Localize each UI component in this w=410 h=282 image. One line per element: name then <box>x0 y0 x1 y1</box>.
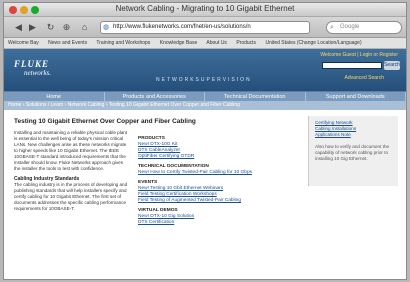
title-bar: Network Cabling - Migrating to 10 Gigabi… <box>4 3 406 17</box>
address-text: http://www.flukenetworks.com/fnet/en-us/… <box>113 24 251 30</box>
bookmark-item[interactable]: Welcome Bay <box>8 40 39 46</box>
browser-window: Network Cabling - Migrating to 10 Gigabi… <box>3 2 407 280</box>
techdoc-link[interactable]: New! How to Certify Twisted-Pair Cabling… <box>138 170 306 176</box>
forward-icon[interactable]: ▶ <box>26 21 39 34</box>
breadcrumb[interactable]: Home › Solutions / Learn › Network Cabli… <box>4 101 406 110</box>
bookmark-item[interactable]: Training and Workshops <box>96 40 150 46</box>
site-search-button[interactable]: Search <box>384 61 400 70</box>
stop-icon[interactable]: ⊕ <box>60 21 73 34</box>
bookmark-item[interactable]: About Us <box>206 40 227 46</box>
sidebar-links: Certifying Network Cabling Installations… <box>315 120 392 138</box>
home-icon[interactable]: ⌂ <box>78 21 91 34</box>
event-link[interactable]: Field Testing of Augmented Twisted-Pair … <box>138 198 306 204</box>
demo-link[interactable]: DTX Certification <box>138 220 306 226</box>
fluke-logo[interactable]: FLUKE networks. <box>14 59 51 77</box>
page-title: Testing 10 Gigabit Ethernet Over Copper … <box>14 118 196 125</box>
search-placeholder: Google <box>340 24 360 30</box>
bookmark-item[interactable]: United States (Change Location/Language) <box>265 40 361 46</box>
bookmark-item[interactable]: News and Events <box>48 40 87 46</box>
advanced-search-link[interactable]: Advanced Search <box>345 75 384 81</box>
site-banner: FLUKE networks. NETWORKSUPERVISION Welco… <box>4 49 406 91</box>
browser-toolbar: ◀ ▶ ↻ ⊕ ⌂ ◍ http://www.flukenetworks.com… <box>4 17 406 38</box>
main-nav: Home Products and Accessories Technical … <box>4 91 406 101</box>
page-content: Testing 10 Gigabit Ethernet Over Copper … <box>4 110 406 268</box>
login-link[interactable]: Welcome Guest | Login or Register <box>320 52 398 58</box>
intro-text: Installing and maintaining a reliable ph… <box>14 130 130 212</box>
bookmark-item[interactable]: Products <box>236 40 256 46</box>
nav-item-products[interactable]: Products and Accessories <box>105 92 205 101</box>
nav-item-tech-docs[interactable]: Technical Documentation <box>205 92 306 101</box>
window-title: Network Cabling - Migrating to 10 Gigabi… <box>115 4 295 13</box>
site-search-input[interactable] <box>322 62 382 69</box>
product-link[interactable]: OptiFiber Certifying OTDR <box>138 154 306 160</box>
sidebar-description: Also how to verify and document the capa… <box>315 144 390 161</box>
back-icon[interactable]: ◀ <box>12 21 25 34</box>
search-icon: ⌕ <box>330 24 334 31</box>
globe-icon: ◍ <box>103 24 110 31</box>
nav-item-home[interactable]: Home <box>4 92 105 101</box>
bookmarks-bar: Welcome Bay News and Events Training and… <box>4 38 406 49</box>
sidebar-link[interactable]: Applications Note <box>315 132 392 138</box>
address-bar[interactable]: ◍ http://www.flukenetworks.com/fnet/en-u… <box>100 21 310 34</box>
search-field[interactable]: ⌕ Google <box>326 21 402 34</box>
nav-item-support[interactable]: Support and Downloads <box>306 92 406 101</box>
sidebar-box: Certifying Network Cabling Installations… <box>308 116 398 186</box>
resource-links: PRODUCTS New! DTX-10G Kit DTX CableAnaly… <box>138 132 306 226</box>
bookmark-item[interactable]: Knowledge Base <box>160 40 198 46</box>
reload-icon[interactable]: ↻ <box>44 21 57 34</box>
tagline: NETWORKSUPERVISION <box>156 77 252 83</box>
